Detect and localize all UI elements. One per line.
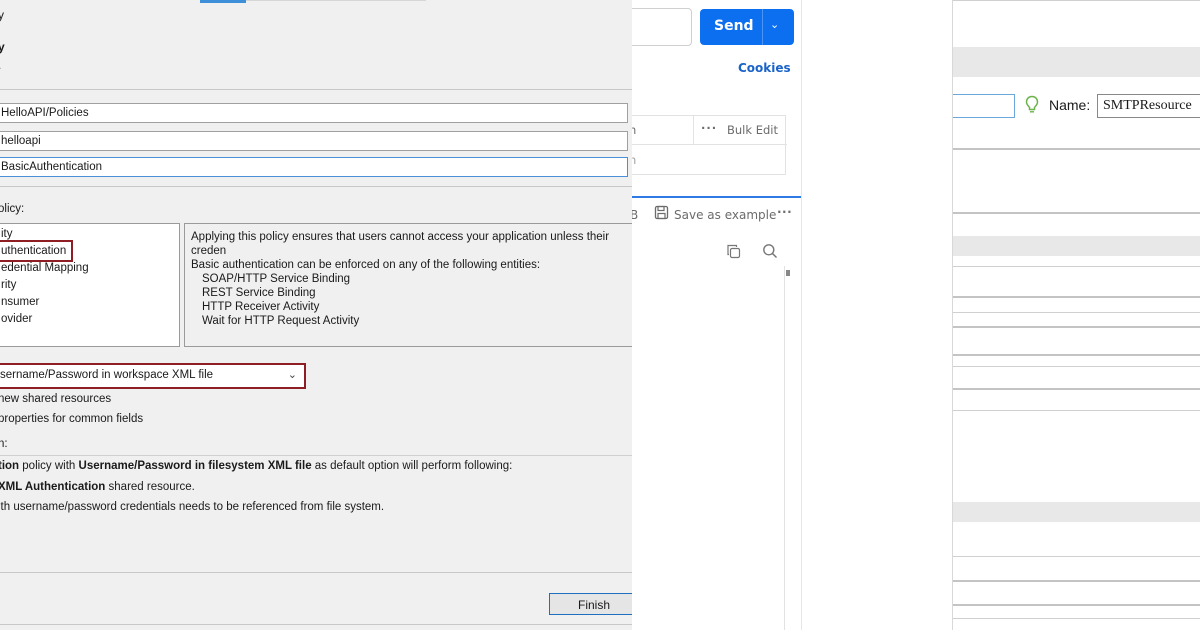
auth-source-dropdown[interactable]: sername/Password in workspace XML file ⌄ <box>0 363 306 389</box>
more-icon[interactable]: ··· <box>701 121 717 135</box>
row-divider <box>632 144 787 145</box>
divider <box>953 312 1200 313</box>
request-panel: Send ⌄ Cookies n ··· Bulk Edit n B Save … <box>632 0 802 630</box>
name-field[interactable]: SMTPResource <box>1097 94 1200 118</box>
info-text: shared resource. <box>105 481 195 493</box>
response-divider <box>784 266 785 630</box>
description-entity: HTTP Receiver Activity <box>202 301 320 313</box>
copy-icon[interactable] <box>726 244 741 262</box>
divider <box>953 604 1200 606</box>
policy-wizard-dialog: y y . HelloAPI/Policies helloapi BasicAu… <box>0 0 632 630</box>
info-separator <box>0 455 632 456</box>
divider <box>953 354 1200 356</box>
divider <box>953 618 1200 619</box>
column-divider <box>693 116 694 144</box>
more-options-icon[interactable]: ··· <box>777 205 792 219</box>
row-placeholder-fragment: n <box>632 153 636 167</box>
description-entity: Wait for HTTP Request Activity <box>202 315 360 327</box>
section-band <box>953 236 1200 256</box>
cookies-link[interactable]: Cookies <box>738 61 791 75</box>
info-line: XML Authentication shared resource. <box>0 481 195 493</box>
divider <box>953 366 1200 367</box>
auth-source-value: sername/Password in workspace XML file <box>0 369 214 381</box>
info-line: ith username/password credentials needs … <box>0 501 385 513</box>
policy-name-field[interactable]: BasicAuthentication <box>0 157 628 177</box>
save-icon <box>654 205 669 223</box>
resource-settings-panel: Name: SMTPResource <box>952 0 1200 630</box>
search-icon[interactable] <box>762 243 778 262</box>
subtitle-fragment: . <box>0 58 1 72</box>
tab-fragment: B <box>632 208 638 222</box>
policy-list-item[interactable]: nsumer <box>1 296 39 308</box>
url-input[interactable] <box>632 8 692 46</box>
info-text: as default option will perform following… <box>311 460 513 472</box>
policy-list-item[interactable]: ity <box>1 228 13 240</box>
lightbulb-icon[interactable] <box>1025 95 1039 118</box>
common-fields-option[interactable]: properties for common fields <box>0 413 143 425</box>
selected-item-highlight <box>0 240 73 262</box>
info-line: tion policy with Username/Password in fi… <box>0 460 512 472</box>
divider <box>953 556 1200 557</box>
send-button[interactable]: Send ⌄ <box>700 9 794 45</box>
footer-separator <box>0 572 632 573</box>
resource-type-input[interactable] <box>953 94 1015 118</box>
divider <box>953 580 1200 582</box>
section-header-band <box>953 47 1200 77</box>
chevron-down-icon[interactable]: ⌄ <box>770 18 779 31</box>
info-bold: tion <box>0 460 20 472</box>
info-text: policy with <box>19 460 79 472</box>
divider <box>953 212 1200 214</box>
new-shared-resources-option[interactable]: new shared resources <box>0 393 111 405</box>
divider <box>953 326 1200 328</box>
column-header-fragment: n <box>632 123 636 137</box>
chevron-down-icon: ⌄ <box>287 369 297 381</box>
description-entity: SOAP/HTTP Service Binding <box>202 273 351 285</box>
header-fragment: y <box>0 8 4 22</box>
title-fragment: y <box>0 40 5 54</box>
finish-button[interactable]: Finish <box>549 593 632 615</box>
fields-separator <box>0 186 632 187</box>
divider <box>953 410 1200 411</box>
send-divider <box>762 9 763 45</box>
top-border <box>953 0 1200 1</box>
send-label: Send <box>714 18 754 34</box>
divider <box>953 388 1200 390</box>
section-band <box>953 502 1200 522</box>
info-bold: XML Authentication <box>0 481 106 493</box>
policy-description-box: Applying this policy ensures that users … <box>184 223 632 347</box>
info-bold: Username/Password in filesystem XML file <box>78 460 312 472</box>
header-separator <box>0 89 632 90</box>
policy-list-item[interactable]: edential Mapping <box>1 262 89 274</box>
section-label: n: <box>0 438 8 450</box>
divider <box>953 296 1200 298</box>
bottom-separator <box>0 624 632 625</box>
policy-list-item[interactable]: ovider <box>1 313 32 325</box>
scrollbar[interactable] <box>786 270 790 276</box>
package-field[interactable]: helloapi <box>0 131 628 151</box>
description-entity: REST Service Binding <box>202 287 316 299</box>
bulk-edit-link[interactable]: Bulk Edit <box>727 123 778 137</box>
select-policy-label: olicy: <box>0 203 25 215</box>
tab-highlight <box>200 0 246 3</box>
divider <box>953 266 1200 267</box>
policy-list-item[interactable]: rity <box>1 279 16 291</box>
divider <box>953 148 1200 150</box>
tab-border <box>246 0 426 1</box>
folder-field[interactable]: HelloAPI/Policies <box>0 103 628 123</box>
save-as-example-button[interactable]: Save as example <box>674 208 776 222</box>
description-line: Applying this policy ensures that users … <box>191 231 610 257</box>
name-label: Name: <box>1049 97 1091 113</box>
section-divider <box>632 196 801 198</box>
params-table: n ··· Bulk Edit n <box>632 115 787 175</box>
description-line: Basic authentication can be enforced on … <box>191 259 541 271</box>
